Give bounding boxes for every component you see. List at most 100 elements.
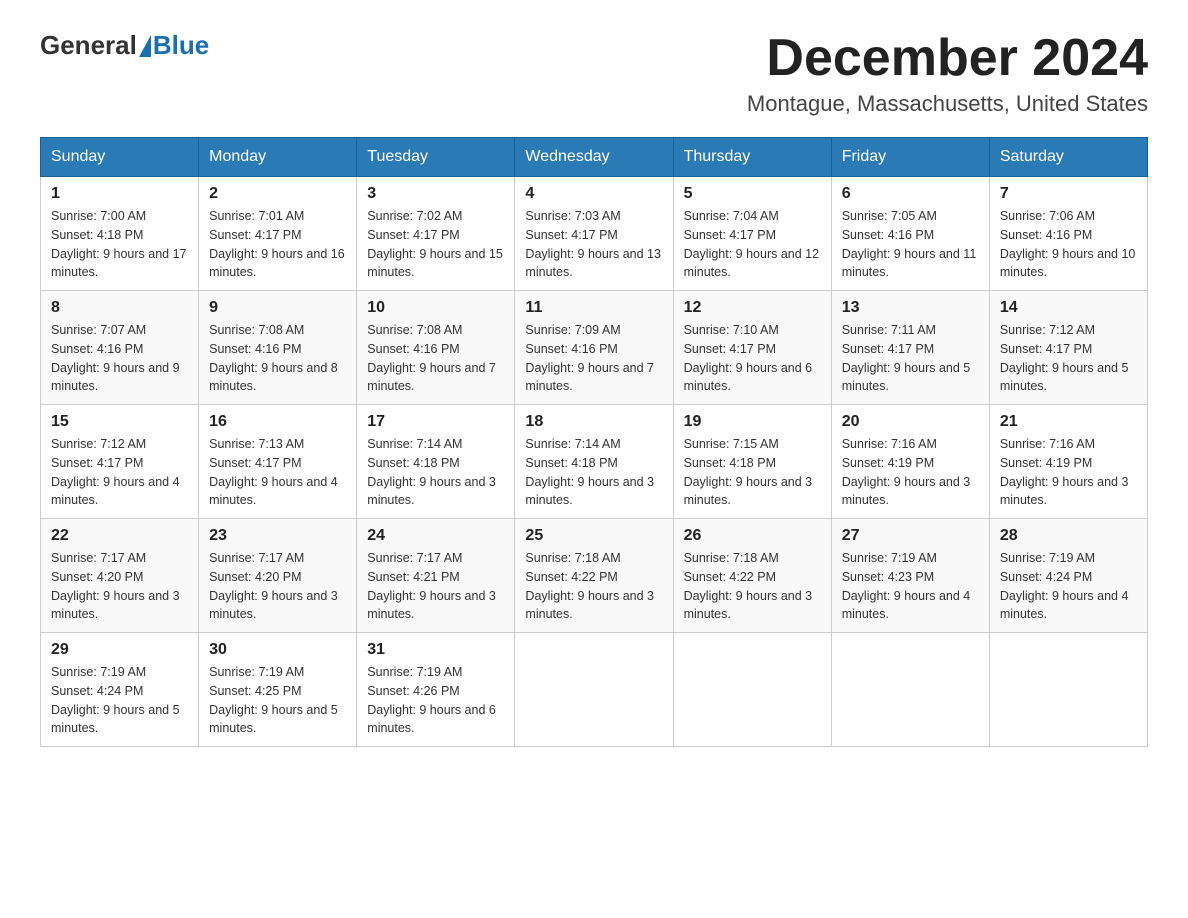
calendar-day-cell: 15Sunrise: 7:12 AMSunset: 4:17 PMDayligh… (41, 405, 199, 519)
weekday-header-row: SundayMondayTuesdayWednesdayThursdayFrid… (41, 138, 1148, 177)
day-number: 22 (51, 527, 188, 545)
day-info: Sunrise: 7:11 AMSunset: 4:17 PMDaylight:… (842, 321, 979, 396)
calendar-day-cell: 31 Sunrise: 7:19 AMSunset: 4:26 PMDayligh… (357, 633, 515, 747)
day-number: 9 (209, 299, 346, 317)
day-number: 5 (684, 185, 821, 203)
calendar-day-cell: 12 Sunrise: 7:10 AMSunset: 4:17 PMDayligh… (673, 291, 831, 405)
day-info: Sunrise: 7:19 AMSunset: 4:26 PMDaylight:… (367, 663, 504, 738)
day-info: Sunrise: 7:17 AMSunset: 4:20 PMDaylight:… (209, 549, 346, 624)
weekday-header-tuesday: Tuesday (357, 138, 515, 177)
day-info: Sunrise: 7:18 AMSunset: 4:22 PMDaylight:… (684, 549, 821, 624)
day-number: 29 (51, 641, 188, 659)
day-number: 28 (1000, 527, 1137, 545)
day-number: 30 (209, 641, 346, 659)
day-info: Sunrise: 7:00 AMSunset: 4:18 PMDaylight:… (51, 207, 188, 282)
day-info: Sunrise: 7:12 AMSunset: 4:17 PMDaylight:… (1000, 321, 1137, 396)
day-info: Sunrise: 7:10 AMSunset: 4:17 PMDaylight:… (684, 321, 821, 396)
calendar-day-cell: 9 Sunrise: 7:08 AMSunset: 4:16 PMDaylight… (199, 291, 357, 405)
day-info: Sunrise: 7:19 AMSunset: 4:25 PMDaylight:… (209, 663, 346, 738)
day-number: 25 (525, 527, 662, 545)
weekday-header-saturday: Saturday (989, 138, 1147, 177)
calendar-day-cell: 24 Sunrise: 7:17 AMSunset: 4:21 PMDayligh… (357, 519, 515, 633)
day-number: 27 (842, 527, 979, 545)
day-info: Sunrise: 7:01 AMSunset: 4:17 PMDaylight:… (209, 207, 346, 282)
day-info: Sunrise: 7:02 AMSunset: 4:17 PMDaylight:… (367, 207, 504, 282)
day-info: Sunrise: 7:19 AMSunset: 4:24 PMDaylight:… (1000, 549, 1137, 624)
day-number: 2 (209, 185, 346, 203)
logo: General Blue (40, 30, 209, 61)
calendar-week-row: 8 Sunrise: 7:07 AMSunset: 4:16 PMDaylight… (41, 291, 1148, 405)
day-number: 18 (525, 413, 662, 431)
calendar-day-cell: 29 Sunrise: 7:19 AMSunset: 4:24 PMDayligh… (41, 633, 199, 747)
calendar-table: SundayMondayTuesdayWednesdayThursdayFrid… (40, 137, 1148, 747)
calendar-day-cell (515, 633, 673, 747)
calendar-week-row: 15Sunrise: 7:12 AMSunset: 4:17 PMDayligh… (41, 405, 1148, 519)
calendar-day-cell: 4Sunrise: 7:03 AMSunset: 4:17 PMDaylight… (515, 177, 673, 291)
day-info: Sunrise: 7:15 AMSunset: 4:18 PMDaylight:… (684, 435, 821, 510)
day-number: 20 (842, 413, 979, 431)
day-number: 10 (367, 299, 504, 317)
calendar-day-cell (831, 633, 989, 747)
day-info: Sunrise: 7:19 AMSunset: 4:24 PMDaylight:… (51, 663, 188, 738)
day-number: 8 (51, 299, 188, 317)
weekday-header-monday: Monday (199, 138, 357, 177)
month-title: December 2024 (747, 30, 1148, 87)
day-number: 26 (684, 527, 821, 545)
location-title: Montague, Massachusetts, United States (747, 91, 1148, 117)
weekday-header-wednesday: Wednesday (515, 138, 673, 177)
day-info: Sunrise: 7:06 AMSunset: 4:16 PMDaylight:… (1000, 207, 1137, 282)
calendar-day-cell: 26 Sunrise: 7:18 AMSunset: 4:22 PMDayligh… (673, 519, 831, 633)
calendar-day-cell: 30 Sunrise: 7:19 AMSunset: 4:25 PMDayligh… (199, 633, 357, 747)
calendar-day-cell: 18Sunrise: 7:14 AMSunset: 4:18 PMDayligh… (515, 405, 673, 519)
calendar-day-cell: 11Sunrise: 7:09 AMSunset: 4:16 PMDayligh… (515, 291, 673, 405)
calendar-week-row: 22 Sunrise: 7:17 AMSunset: 4:20 PMDayligh… (41, 519, 1148, 633)
calendar-day-cell: 2 Sunrise: 7:01 AMSunset: 4:17 PMDaylight… (199, 177, 357, 291)
calendar-day-cell: 28 Sunrise: 7:19 AMSunset: 4:24 PMDayligh… (989, 519, 1147, 633)
calendar-day-cell: 23 Sunrise: 7:17 AMSunset: 4:20 PMDayligh… (199, 519, 357, 633)
day-info: Sunrise: 7:17 AMSunset: 4:20 PMDaylight:… (51, 549, 188, 624)
day-info: Sunrise: 7:03 AMSunset: 4:17 PMDaylight:… (525, 207, 662, 282)
day-info: Sunrise: 7:08 AMSunset: 4:16 PMDaylight:… (209, 321, 346, 396)
day-number: 13 (842, 299, 979, 317)
day-number: 6 (842, 185, 979, 203)
day-number: 23 (209, 527, 346, 545)
calendar-week-row: 29 Sunrise: 7:19 AMSunset: 4:24 PMDayligh… (41, 633, 1148, 747)
day-info: Sunrise: 7:16 AMSunset: 4:19 PMDaylight:… (842, 435, 979, 510)
day-info: Sunrise: 7:16 AMSunset: 4:19 PMDaylight:… (1000, 435, 1137, 510)
calendar-day-cell (673, 633, 831, 747)
calendar-day-cell: 25 Sunrise: 7:18 AMSunset: 4:22 PMDayligh… (515, 519, 673, 633)
weekday-header-sunday: Sunday (41, 138, 199, 177)
calendar-day-cell: 8 Sunrise: 7:07 AMSunset: 4:16 PMDaylight… (41, 291, 199, 405)
calendar-day-cell: 14Sunrise: 7:12 AMSunset: 4:17 PMDayligh… (989, 291, 1147, 405)
calendar-day-cell: 16 Sunrise: 7:13 AMSunset: 4:17 PMDayligh… (199, 405, 357, 519)
day-info: Sunrise: 7:17 AMSunset: 4:21 PMDaylight:… (367, 549, 504, 624)
day-number: 21 (1000, 413, 1137, 431)
day-number: 16 (209, 413, 346, 431)
day-number: 3 (367, 185, 504, 203)
day-info: Sunrise: 7:04 AMSunset: 4:17 PMDaylight:… (684, 207, 821, 282)
day-number: 31 (367, 641, 504, 659)
weekday-header-thursday: Thursday (673, 138, 831, 177)
title-area: December 2024 Montague, Massachusetts, U… (747, 30, 1148, 117)
day-info: Sunrise: 7:09 AMSunset: 4:16 PMDaylight:… (525, 321, 662, 396)
calendar-day-cell: 10Sunrise: 7:08 AMSunset: 4:16 PMDayligh… (357, 291, 515, 405)
day-info: Sunrise: 7:19 AMSunset: 4:23 PMDaylight:… (842, 549, 979, 624)
calendar-day-cell: 3 Sunrise: 7:02 AMSunset: 4:17 PMDaylight… (357, 177, 515, 291)
logo-general-text: General (40, 30, 137, 61)
calendar-day-cell: 19Sunrise: 7:15 AMSunset: 4:18 PMDayligh… (673, 405, 831, 519)
day-info: Sunrise: 7:07 AMSunset: 4:16 PMDaylight:… (51, 321, 188, 396)
calendar-week-row: 1 Sunrise: 7:00 AMSunset: 4:18 PMDaylight… (41, 177, 1148, 291)
calendar-day-cell: 7Sunrise: 7:06 AMSunset: 4:16 PMDaylight… (989, 177, 1147, 291)
day-number: 12 (684, 299, 821, 317)
day-info: Sunrise: 7:13 AMSunset: 4:17 PMDaylight:… (209, 435, 346, 510)
calendar-day-cell: 1 Sunrise: 7:00 AMSunset: 4:18 PMDaylight… (41, 177, 199, 291)
calendar-day-cell: 13 Sunrise: 7:11 AMSunset: 4:17 PMDayligh… (831, 291, 989, 405)
weekday-header-friday: Friday (831, 138, 989, 177)
day-info: Sunrise: 7:18 AMSunset: 4:22 PMDaylight:… (525, 549, 662, 624)
logo-blue-text: Blue (153, 30, 209, 61)
day-info: Sunrise: 7:12 AMSunset: 4:17 PMDaylight:… (51, 435, 188, 510)
day-number: 24 (367, 527, 504, 545)
day-number: 1 (51, 185, 188, 203)
calendar-day-cell (989, 633, 1147, 747)
calendar-day-cell: 22 Sunrise: 7:17 AMSunset: 4:20 PMDayligh… (41, 519, 199, 633)
